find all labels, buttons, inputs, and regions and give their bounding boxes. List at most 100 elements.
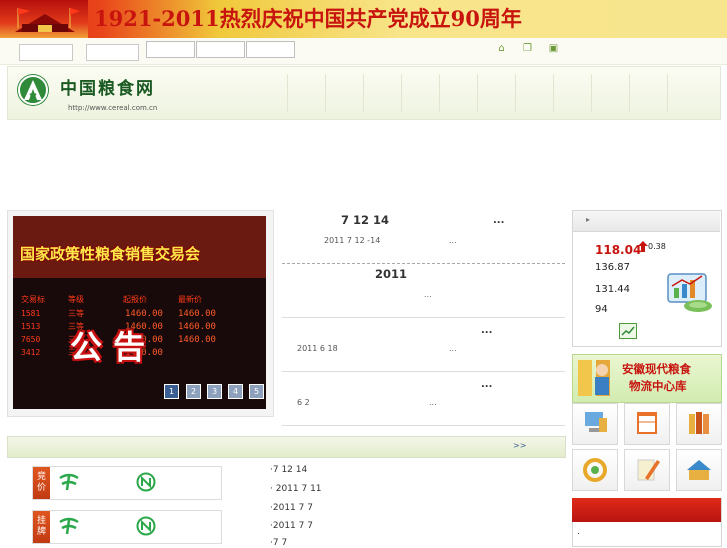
price-index-header <box>573 211 720 232</box>
trend-chart-icon[interactable] <box>619 323 637 339</box>
svg-text:1460.00: 1460.00 <box>178 335 216 345</box>
nav-divider <box>591 74 592 112</box>
news-headline-4-ellipsis[interactable]: ... <box>481 379 492 390</box>
price-index-value: 118.04 <box>595 243 642 257</box>
nav-divider <box>553 74 554 112</box>
slide-page-5[interactable]: 5 <box>249 384 264 399</box>
svg-text:3412: 3412 <box>21 348 40 357</box>
news-divider <box>282 371 565 372</box>
unicom-logo-icon[interactable] <box>135 472 157 492</box>
svg-text:1460.00: 1460.00 <box>178 309 216 319</box>
news-headline-1-ellipsis: ... <box>493 215 505 226</box>
slide-page-4[interactable]: 4 <box>228 384 243 399</box>
news-date-1: 2011 7 12 -14 <box>324 236 381 245</box>
news-headline-2[interactable]: 2011 <box>375 267 407 281</box>
computer-icon <box>585 412 607 432</box>
right-bottom-header <box>572 498 721 522</box>
news-date-4: 6 2 <box>297 398 310 407</box>
books-icon <box>689 412 709 434</box>
logo-icon[interactable] <box>17 74 49 106</box>
svg-text:最新价: 最新价 <box>178 294 202 304</box>
news-divider <box>282 263 565 264</box>
arrow-right-icon: ▸ <box>586 215 591 224</box>
recycle-icon <box>583 458 607 482</box>
notice-link-2[interactable]: · 2011 7 11 <box>270 484 322 494</box>
nav-divider <box>629 74 630 112</box>
anhui-banner-line1: 安徽现代粮食 <box>622 362 691 376</box>
slide-page-1[interactable]: 1 <box>164 384 179 399</box>
tile-calendar[interactable] <box>624 403 670 445</box>
price-change-value: 0.38 <box>648 242 666 251</box>
svg-text:等级: 等级 <box>68 294 84 304</box>
pencil-icon <box>637 459 660 481</box>
right-bottom-item[interactable]: . <box>577 527 580 537</box>
palace-icon <box>15 8 80 32</box>
notice-link-5[interactable]: ·7 7 <box>270 538 287 548</box>
news-headline-1[interactable]: 7 12 14 <box>341 213 389 227</box>
slide-page-2[interactable]: 2 <box>186 384 201 399</box>
bookmark-icon[interactable]: ❐ <box>522 43 533 54</box>
tile-books[interactable] <box>676 403 722 445</box>
notice-link-3[interactable]: ·2011 7 7 <box>270 503 313 513</box>
telecom-logo-icon[interactable] <box>58 472 80 492</box>
anhui-banner-line2: 物流中心库 <box>629 379 687 393</box>
worker-icon <box>576 356 618 400</box>
password-input[interactable] <box>86 44 139 61</box>
svg-text:1581: 1581 <box>21 309 40 318</box>
svg-text:1460.00: 1460.00 <box>178 322 216 332</box>
telecom-logo-icon[interactable] <box>58 516 80 536</box>
nav-divider <box>515 74 516 112</box>
svg-text:7650: 7650 <box>21 335 40 344</box>
unicom-logo-icon[interactable] <box>135 516 157 536</box>
tiananmen-image <box>0 0 88 38</box>
slide-page-3[interactable]: 3 <box>207 384 222 399</box>
news-more-4[interactable]: ... <box>429 398 437 407</box>
slide-sign-text: 国家政策性粮食销售交易会 <box>20 245 201 263</box>
nav-divider <box>363 74 364 112</box>
logo-url: http://www.cereal.com.cn <box>68 104 158 112</box>
tile-recycle[interactable] <box>572 449 618 491</box>
chart-monitor-icon <box>660 272 714 314</box>
window-icon[interactable]: ▣ <box>548 43 559 54</box>
svg-text:三等: 三等 <box>68 308 84 318</box>
more-link[interactable]: >> <box>513 441 526 450</box>
tile-edit[interactable] <box>624 449 670 491</box>
warehouse-icon <box>687 460 711 480</box>
nav-divider <box>401 74 402 112</box>
bidding-badge: 竞价 <box>33 467 50 499</box>
home-icon[interactable]: ⌂ <box>496 43 507 54</box>
news-headline-3-ellipsis[interactable]: ... <box>481 325 492 336</box>
svg-text:交易标: 交易标 <box>21 294 45 304</box>
nav-divider <box>287 74 288 112</box>
news-more-3[interactable]: ... <box>449 344 457 353</box>
news-more-2[interactable]: ... <box>424 290 432 299</box>
forgot-password-button[interactable] <box>246 41 295 58</box>
tile-trade[interactable] <box>572 403 618 445</box>
svg-text:起报价: 起报价 <box>123 294 147 304</box>
notice-link-1[interactable]: ·7 12 14 <box>270 465 307 475</box>
board-price-1: 1460.00 <box>125 309 163 319</box>
svg-text:1513: 1513 <box>21 322 40 331</box>
price-value-3: 94 <box>595 304 608 315</box>
listing-badge: 挂牌 <box>33 511 50 543</box>
news-divider <box>282 317 565 318</box>
nav-divider <box>667 74 668 112</box>
register-button[interactable] <box>196 41 245 58</box>
slide-announce-text: 公 告 <box>70 328 146 366</box>
tile-warehouse[interactable] <box>676 449 722 491</box>
username-input[interactable] <box>19 44 73 61</box>
banner-title: 1921-2011热烈庆祝中国共产党成立90周年 <box>94 6 522 31</box>
trading-section-header <box>7 436 566 458</box>
nav-divider <box>439 74 440 112</box>
notice-link-4[interactable]: ·2011 7 7 <box>270 521 313 531</box>
news-date-3: 2011 6 18 <box>297 344 338 353</box>
logo-text[interactable]: 中国粮食网 <box>60 74 155 99</box>
calendar-icon <box>637 412 657 434</box>
price-value-1: 136.87 <box>595 262 630 273</box>
arrow-up-icon <box>638 241 648 255</box>
news-more-1[interactable]: ... <box>449 236 457 245</box>
nav-divider <box>477 74 478 112</box>
news-divider <box>282 425 565 426</box>
login-button[interactable] <box>146 41 195 58</box>
nav-divider <box>325 74 326 112</box>
